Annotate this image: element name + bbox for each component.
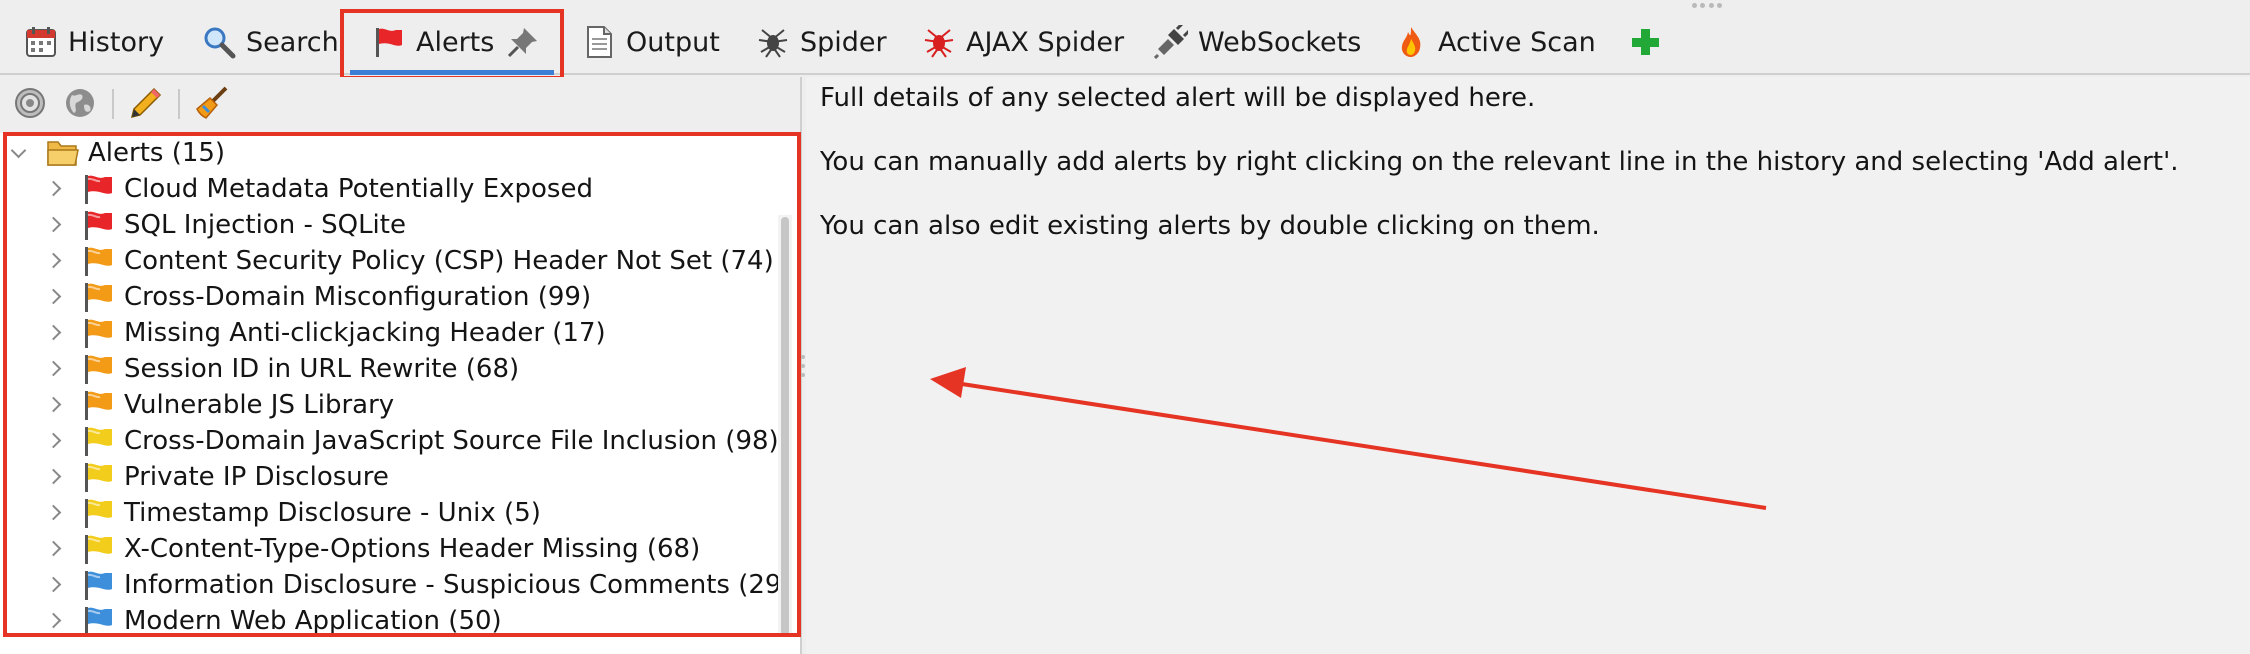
annotation-arrow <box>930 367 1767 510</box>
